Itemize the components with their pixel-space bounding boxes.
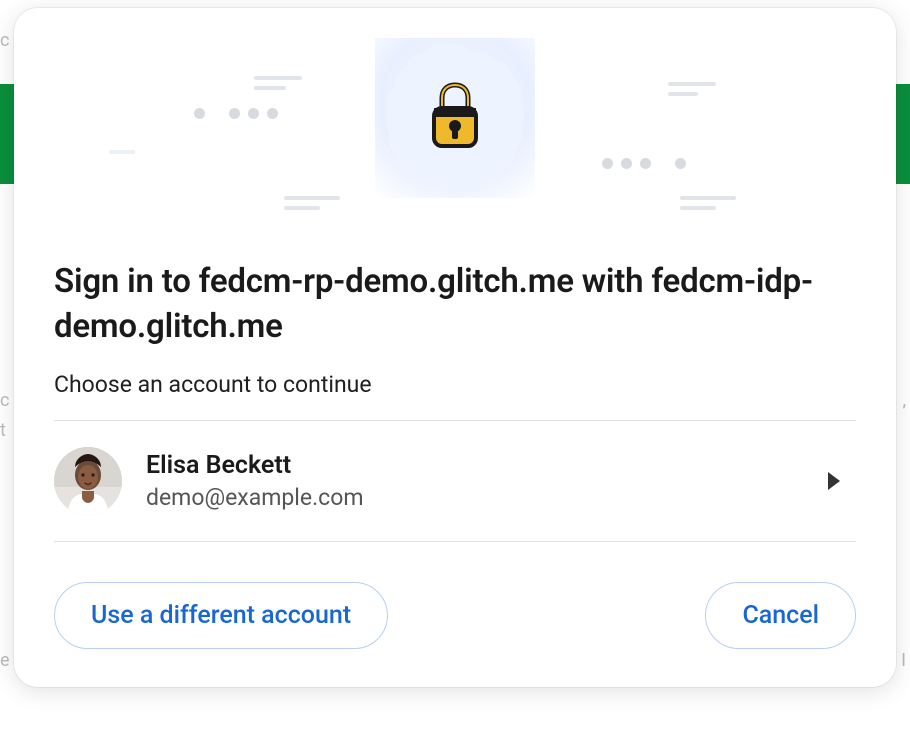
obscured-text: t [0, 420, 6, 441]
account-text: Elisa Beckett demo@example.com [146, 451, 804, 511]
lock-badge-background [375, 38, 535, 198]
cancel-button[interactable]: Cancel [705, 582, 856, 649]
hero-illustration [14, 8, 896, 228]
obscured-text: I [901, 650, 906, 671]
account-option[interactable]: Elisa Beckett demo@example.com [54, 421, 856, 541]
dialog-subtitle: Choose an account to continue [54, 371, 856, 398]
decor-dots [602, 158, 686, 169]
obscured-text: e [0, 650, 10, 671]
signin-dialog: Sign in to fedcm-rp-demo.glitch.me with … [14, 8, 896, 687]
decor-bars [109, 150, 135, 154]
obscured-text: c [0, 30, 9, 51]
use-different-account-button[interactable]: Use a different account [54, 582, 388, 649]
obscured-text: c [0, 390, 9, 411]
dialog-title: Sign in to fedcm-rp-demo.glitch.me with … [54, 260, 856, 349]
decor-bars [284, 196, 340, 210]
chevron-right-icon [828, 472, 840, 490]
decor-bars [680, 196, 736, 210]
lock-icon [425, 80, 485, 156]
avatar [54, 447, 122, 515]
decor-bars [668, 82, 716, 96]
obscured-text: , [902, 390, 906, 411]
account-email: demo@example.com [146, 484, 804, 511]
decor-dots [194, 108, 278, 119]
account-name: Elisa Beckett [146, 451, 804, 480]
dialog-actions: Use a different account Cancel [14, 542, 896, 659]
decor-bars [254, 76, 302, 90]
